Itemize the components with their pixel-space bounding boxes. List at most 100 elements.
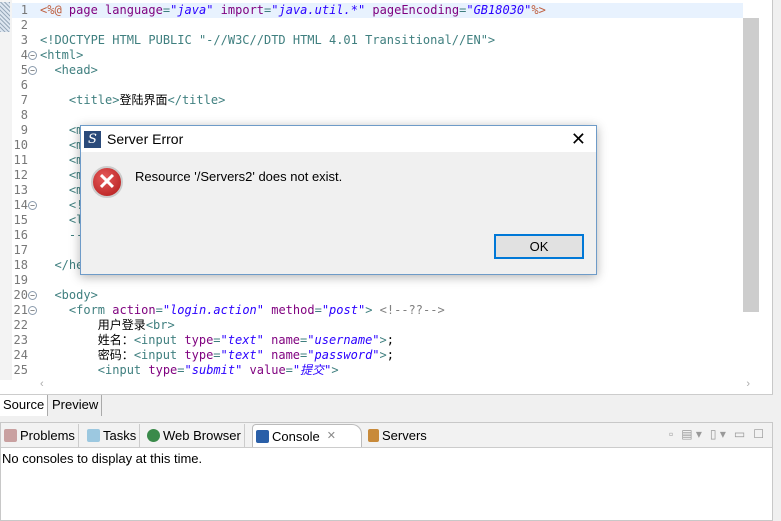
line-number: 25: [13, 363, 28, 377]
line-number: 22: [13, 318, 28, 332]
line-number: 18: [13, 258, 28, 272]
code-text: <m: [40, 168, 84, 182]
tab-label: Problems: [20, 428, 75, 443]
code-line[interactable]: 1 <%@ page language="java" import="java.u…: [12, 3, 743, 18]
code-text: 用户登录<br>: [97, 318, 175, 332]
code-line[interactable]: 25 <input type="submit" value="提交">: [12, 363, 743, 378]
server-error-dialog: S Server Error ✕ ✕ Resource '/Servers2' …: [80, 125, 597, 275]
code-text: <m: [40, 123, 84, 137]
dialog-title-bar: S Server Error ✕: [81, 126, 596, 152]
maximize-icon[interactable]: ☐: [753, 427, 764, 441]
code-text: <body>: [40, 288, 98, 302]
open-console-icon[interactable]: ▯ ▾: [710, 427, 726, 441]
code-line[interactable]: 19: [12, 273, 743, 288]
error-icon: ✕: [91, 166, 123, 198]
fold-icon[interactable]: −: [28, 291, 37, 300]
tab-source[interactable]: Source: [0, 395, 49, 416]
code-text: <form action="login.action" method="post…: [40, 303, 445, 317]
line-number: 15: [13, 213, 28, 227]
code-text: <html>: [40, 48, 84, 62]
code-text: <m: [40, 138, 84, 152]
globe-icon: [147, 429, 160, 442]
line-number: 24: [13, 348, 28, 362]
app-logo-icon: S: [84, 130, 101, 148]
code-text: <!: [40, 198, 84, 212]
line-number: 19: [13, 273, 28, 287]
close-icon[interactable]: ✕: [571, 129, 586, 150]
code-line[interactable]: 2: [12, 18, 743, 33]
fold-icon[interactable]: −: [28, 51, 37, 60]
code-text: 密码：<input type="text" name="password">;: [97, 348, 394, 362]
line-number: 4: [20, 48, 28, 62]
line-number: 12: [13, 168, 28, 182]
dialog-title: Server Error: [107, 131, 184, 147]
code-text: <%@ page language="java" import="java.ut…: [40, 3, 546, 17]
problems-icon: [4, 429, 17, 442]
code-text: 姓名：<input type="text" name="username">;: [97, 333, 394, 347]
line-number: 21: [13, 303, 28, 317]
line-number: 6: [20, 78, 28, 92]
tab-label: Tasks: [103, 428, 137, 443]
line-number: 16: [13, 228, 28, 242]
bottom-panel: Problems Tasks Web Browser Console ✕ Serv…: [0, 422, 773, 521]
fold-icon[interactable]: −: [28, 306, 37, 315]
code-text: <!DOCTYPE HTML PUBLIC "-//W3C//DTD HTML …: [40, 33, 496, 47]
code-line[interactable]: 23 姓名：<input type="text" name="username"…: [12, 333, 743, 348]
line-number: 5: [20, 63, 28, 77]
code-text: <l: [40, 213, 84, 227]
tab-label: Servers: [382, 428, 427, 443]
line-number: 14: [13, 198, 28, 212]
horizontal-scrollbar[interactable]: ‹ ›: [30, 378, 760, 392]
line-number: 7: [20, 93, 28, 107]
fold-icon[interactable]: −: [28, 66, 37, 75]
tasks-icon: [87, 429, 100, 442]
line-number: 13: [13, 183, 28, 197]
line-number: 11: [13, 153, 28, 167]
code-line[interactable]: 8: [12, 108, 743, 123]
code-text: <m: [40, 153, 84, 167]
tab-console[interactable]: Console ✕: [252, 424, 362, 447]
code-text: <head>: [40, 63, 98, 77]
code-line[interactable]: 6: [12, 78, 743, 93]
line-number: 10: [13, 138, 28, 152]
overview-ruler: [0, 0, 12, 380]
servers-icon: [368, 429, 379, 442]
line-number: 17: [13, 243, 28, 257]
line-number: 20: [13, 288, 28, 302]
editor-mode-tabs: Source Preview: [0, 394, 773, 416]
minimize-icon[interactable]: ▭: [734, 427, 745, 441]
tab-preview[interactable]: Preview: [49, 395, 103, 416]
tab-problems[interactable]: Problems: [1, 424, 79, 447]
tab-servers[interactable]: Servers: [365, 424, 430, 447]
dialog-message: Resource '/Servers2' does not exist.: [135, 169, 343, 184]
line-number: 9: [20, 123, 28, 137]
tab-web-browser[interactable]: Web Browser: [144, 424, 245, 447]
vertical-scrollbar[interactable]: [743, 18, 759, 312]
line-number: 1: [20, 3, 28, 17]
code-line[interactable]: 7 <title>登陆界面</title>: [12, 93, 743, 108]
ok-button[interactable]: OK: [494, 234, 584, 259]
code-line[interactable]: 5− <head>: [12, 63, 743, 78]
tab-label: Console: [272, 428, 320, 444]
code-line[interactable]: 24 密码：<input type="text" name="password"…: [12, 348, 743, 363]
line-number: 23: [13, 333, 28, 347]
code-text: <input type="submit" value="提交">: [40, 363, 339, 377]
code-text: <m: [40, 183, 84, 197]
code-line[interactable]: 21− <form action="login.action" method="…: [12, 303, 743, 318]
code-line[interactable]: 3 <!DOCTYPE HTML PUBLIC "-//W3C//DTD HTML…: [12, 33, 743, 48]
code-line[interactable]: 22 用户登录<br>: [12, 318, 743, 333]
code-line[interactable]: 4− <html>: [12, 48, 743, 63]
console-icon: [256, 429, 269, 443]
close-icon[interactable]: ✕: [327, 425, 336, 448]
line-number: 2: [20, 18, 28, 32]
panel-toolbar: ▫ ▤ ▾ ▯ ▾ ▭ ☐: [669, 427, 764, 441]
tab-label: Web Browser: [163, 428, 241, 443]
line-number: 8: [20, 108, 28, 122]
code-text: <title>登陆界面</title>: [40, 93, 226, 107]
pin-console-icon[interactable]: ▫: [669, 427, 673, 441]
fold-icon[interactable]: −: [28, 201, 37, 210]
display-console-icon[interactable]: ▤ ▾: [681, 427, 702, 441]
code-text: --: [40, 228, 84, 242]
code-line[interactable]: 20− <body>: [12, 288, 743, 303]
tab-tasks[interactable]: Tasks: [84, 424, 141, 447]
